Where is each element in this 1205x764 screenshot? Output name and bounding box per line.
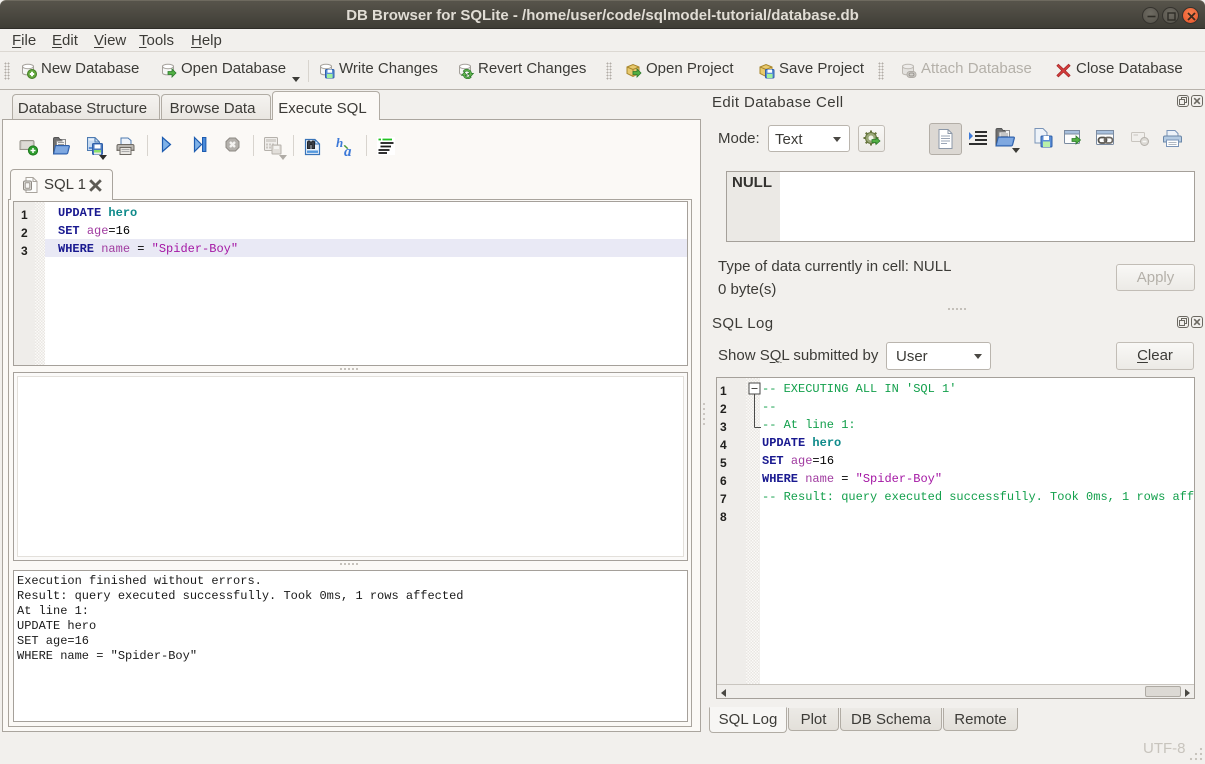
svg-text:h: h — [336, 137, 343, 150]
